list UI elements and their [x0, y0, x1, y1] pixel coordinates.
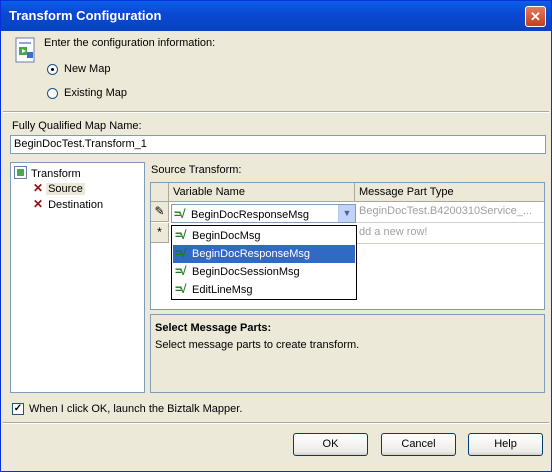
message-part-type-cell[interactable]: BeginDocTest.B4200310Service_...: [355, 202, 544, 223]
launch-mapper-label[interactable]: When I click OK, launch the Biztalk Mapp…: [29, 403, 242, 415]
new-row-cell[interactable]: dd a new row!: [355, 223, 544, 244]
message-icon: =√: [175, 264, 187, 278]
variable-dropdown-list[interactable]: =√ BeginDocMsg =√ BeginDocResponseMsg =√ Be…: [171, 225, 357, 300]
x-icon: ✕: [33, 181, 44, 195]
launch-mapper-checkbox[interactable]: ✓: [12, 403, 24, 415]
row-edit-marker[interactable]: ✎: [151, 202, 169, 222]
separator: [3, 422, 549, 424]
ok-button[interactable]: OK: [293, 433, 368, 456]
transform-icon: [14, 166, 27, 179]
tree-item-destination[interactable]: ✕ Destination: [33, 197, 105, 211]
message-icon: =√: [175, 282, 187, 296]
description-text: Select message parts to create transform…: [155, 339, 360, 351]
x-icon: ✕: [33, 197, 44, 211]
new-map-radio[interactable]: [47, 64, 58, 75]
tree-item-transform[interactable]: Transform: [14, 166, 81, 180]
message-icon: =√: [175, 228, 187, 242]
chevron-down-icon[interactable]: ▼: [338, 205, 355, 222]
map-name-input[interactable]: BeginDocTest.Transform_1: [10, 135, 546, 154]
title-bar[interactable]: Transform Configuration ✕: [1, 1, 551, 31]
intro-label: Enter the configuration information:: [44, 37, 216, 49]
dropdown-option[interactable]: =√ BeginDocSessionMsg: [173, 263, 355, 281]
tree-item-source[interactable]: ✕ Source: [33, 181, 85, 195]
description-panel: Select Message Parts: Select message par…: [150, 314, 545, 393]
help-button[interactable]: Help: [468, 433, 543, 456]
separator: [3, 111, 549, 113]
existing-map-radio[interactable]: [47, 88, 58, 99]
message-icon: =√: [175, 246, 187, 260]
combobox-value: BeginDocResponseMsg: [191, 209, 310, 221]
new-row-marker[interactable]: *: [151, 223, 169, 243]
close-button[interactable]: ✕: [525, 6, 546, 27]
map-name-label: Fully Qualified Map Name:: [12, 120, 142, 132]
tree-label-destination: Destination: [48, 199, 104, 211]
variable-name-combobox[interactable]: =√ BeginDocResponseMsg ▼: [171, 204, 356, 223]
new-map-label[interactable]: New Map: [64, 63, 110, 75]
transform-tree[interactable]: Transform ✕ Source ✕ Destination: [10, 162, 145, 393]
tree-label-transform: Transform: [31, 168, 81, 180]
description-title: Select Message Parts:: [155, 322, 272, 334]
column-header-message-part-type[interactable]: Message Part Type: [355, 183, 544, 202]
window-title: Transform Configuration: [9, 8, 162, 23]
source-transform-label: Source Transform:: [151, 164, 242, 176]
dropdown-option[interactable]: =√ BeginDocMsg: [173, 227, 355, 245]
cancel-button[interactable]: Cancel: [381, 433, 456, 456]
dropdown-option-selected[interactable]: =√ BeginDocResponseMsg: [173, 245, 355, 263]
message-icon: =√: [174, 207, 186, 221]
existing-map-label[interactable]: Existing Map: [64, 87, 127, 99]
grid-corner: [151, 183, 169, 202]
dialog-window: Transform Configuration ✕ Enter the conf…: [0, 0, 552, 472]
dropdown-option[interactable]: =√ EditLineMsg: [173, 281, 355, 299]
tree-label-source: Source: [46, 183, 85, 195]
column-header-variable-name[interactable]: Variable Name: [169, 183, 355, 202]
configuration-icon: [15, 37, 35, 63]
